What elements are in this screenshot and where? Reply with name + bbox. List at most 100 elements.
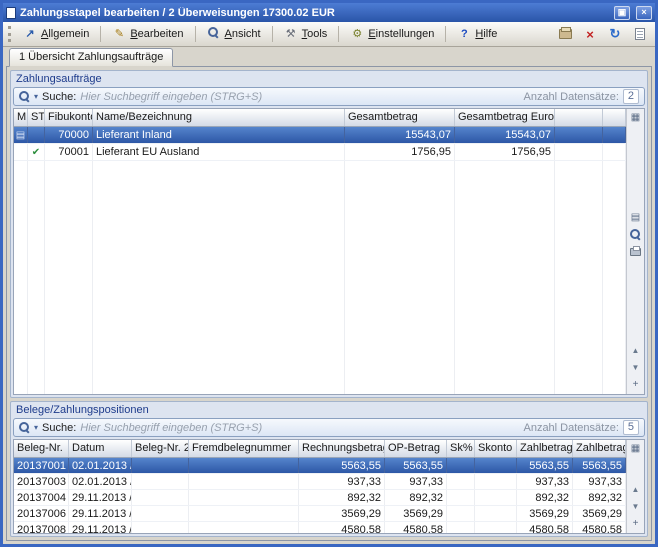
table-cell: 02.01.2013 /Mi xyxy=(69,458,132,473)
column-header[interactable]: Fremdbelegnummer xyxy=(189,440,299,457)
table-cell xyxy=(189,474,299,489)
record-count-value: 2 xyxy=(623,89,639,104)
move-down-icon[interactable]: ▼ xyxy=(629,500,643,514)
toolbar-separator xyxy=(195,26,196,42)
column-header[interactable]: Beleg-Nr. xyxy=(14,440,69,457)
new-document-button[interactable] xyxy=(631,25,649,43)
column-header[interactable] xyxy=(555,109,603,126)
orders-panel: Zahlungsaufträge ▾ Suche: Anzahl Datensä… xyxy=(10,70,648,398)
delete-button[interactable]: × xyxy=(581,25,599,43)
table-cell: 3569,29 xyxy=(385,506,447,521)
column-header[interactable]: Zahlbetrag xyxy=(517,440,573,457)
delete-icon: × xyxy=(586,27,594,42)
orders-side-toolbar: ▦ ▤ ▲ ▼ + xyxy=(626,109,644,394)
move-down-icon[interactable]: ▼ xyxy=(629,361,643,375)
move-up-icon[interactable]: ▲ xyxy=(629,344,643,358)
column-header[interactable]: M xyxy=(14,109,28,126)
column-header[interactable]: Gesamtbetrag Euro xyxy=(455,109,555,126)
orders-search-input[interactable] xyxy=(80,91,519,103)
toolbar-separator xyxy=(272,26,273,42)
table-cell: 70001 xyxy=(45,144,93,160)
table-cell: 70000 xyxy=(45,127,93,143)
table-cell xyxy=(447,474,475,489)
column-header[interactable]: Zahlbetrag Euro xyxy=(573,440,626,457)
table-cell: 3569,29 xyxy=(573,506,626,521)
column-header[interactable]: Skonto xyxy=(475,440,517,457)
toolbar-grip[interactable] xyxy=(8,26,11,42)
table-cell: 892,32 xyxy=(573,490,626,505)
table-cell xyxy=(132,490,189,505)
table-cell xyxy=(603,144,626,160)
allgemein-button[interactable]: ↗ Allgemein xyxy=(16,25,96,43)
column-header[interactable] xyxy=(603,109,626,126)
table-cell: 20137004 xyxy=(14,490,69,505)
table-cell: 02.01.2013 /Mi xyxy=(69,474,132,489)
form-view-icon[interactable]: ▤ xyxy=(629,211,643,225)
positions-table: Beleg-Nr.DatumBeleg-Nr. 2Fremdbelegnumme… xyxy=(13,439,645,534)
arrow-icon: ↗ xyxy=(23,29,37,40)
table-cell: 29.11.2013 /Fr xyxy=(69,490,132,505)
positions-search-input[interactable] xyxy=(80,422,519,434)
column-header[interactable]: Rechnungsbetrag xyxy=(299,440,385,457)
table-cell xyxy=(189,490,299,505)
position-row[interactable]: 2013700302.01.2013 /Mi937,33937,33937,33… xyxy=(14,474,626,490)
help-icon: ? xyxy=(457,29,471,40)
toolbar-right-group: × ↻ xyxy=(556,25,651,43)
table-cell: 3569,29 xyxy=(299,506,385,521)
chevron-down-icon[interactable]: ▾ xyxy=(34,93,38,101)
column-header[interactable]: Fibukonto xyxy=(45,109,93,126)
chevron-down-icon[interactable]: ▾ xyxy=(34,424,38,432)
grid-line-cell xyxy=(345,161,455,394)
table-cell: 892,32 xyxy=(385,490,447,505)
print-button[interactable] xyxy=(556,25,574,43)
column-header[interactable]: ST xyxy=(28,109,45,126)
search-icon xyxy=(19,91,30,102)
table-cell: 5563,55 xyxy=(517,458,573,473)
add-icon[interactable]: + xyxy=(629,378,643,392)
position-row[interactable]: 2013700629.11.2013 /Fr3569,293569,293569… xyxy=(14,506,626,522)
table-cell: 5563,55 xyxy=(299,458,385,473)
einstellungen-button[interactable]: ⚙ Einstellungen xyxy=(343,25,441,43)
table-cell: 4580,58 xyxy=(517,522,573,534)
close-button[interactable]: × xyxy=(636,6,652,20)
column-header[interactable]: Name/Bezeichnung xyxy=(93,109,345,126)
column-header[interactable]: Sk% xyxy=(447,440,475,457)
table-cell xyxy=(603,127,626,143)
record-count-value: 5 xyxy=(623,420,639,435)
order-row[interactable]: ▤70000Lieferant Inland15543,0715543,07 xyxy=(14,127,626,144)
print-preview-icon[interactable] xyxy=(629,245,643,259)
position-row[interactable]: 2013700429.11.2013 /Fr892,32892,32892,32… xyxy=(14,490,626,506)
zoom-icon[interactable] xyxy=(629,228,643,242)
column-chooser-icon[interactable]: ▦ xyxy=(629,111,643,125)
hilfe-label: Hilfe xyxy=(475,28,497,40)
table-cell: 937,33 xyxy=(573,474,626,489)
restore-button[interactable]: ▣ xyxy=(614,6,630,20)
bearbeiten-button[interactable]: ✎ Bearbeiten xyxy=(105,25,190,43)
refresh-button[interactable]: ↻ xyxy=(606,25,624,43)
table-cell xyxy=(475,506,517,521)
column-header[interactable]: Beleg-Nr. 2 xyxy=(132,440,189,457)
check-icon: ✔ xyxy=(32,147,40,158)
table-cell xyxy=(447,458,475,473)
column-chooser-icon[interactable]: ▦ xyxy=(629,442,643,456)
table-cell: 1756,95 xyxy=(345,144,455,160)
table-cell: Lieferant EU Ausland xyxy=(93,144,345,160)
position-row[interactable]: 2013700102.01.2013 /Mi5563,555563,555563… xyxy=(14,458,626,474)
table-cell: 15543,07 xyxy=(455,127,555,143)
tools-button[interactable]: ⚒ Tools xyxy=(277,25,335,43)
einstellungen-label: Einstellungen xyxy=(368,28,434,40)
add-icon[interactable]: + xyxy=(629,517,643,531)
column-header[interactable]: OP-Betrag xyxy=(385,440,447,457)
tab-uebersicht-zahlungsauftraege[interactable]: 1 Übersicht Zahlungsaufträge xyxy=(9,48,173,67)
table-cell: 20137006 xyxy=(14,506,69,521)
ansicht-button[interactable]: Ansicht xyxy=(200,24,268,44)
column-header[interactable]: Gesamtbetrag xyxy=(345,109,455,126)
hilfe-button[interactable]: ? Hilfe xyxy=(450,25,504,43)
move-up-icon[interactable]: ▲ xyxy=(629,483,643,497)
table-cell xyxy=(475,458,517,473)
table-cell xyxy=(555,127,603,143)
column-header[interactable]: Datum xyxy=(69,440,132,457)
order-row[interactable]: ✔70001Lieferant EU Ausland1756,951756,95 xyxy=(14,144,626,161)
tools-label: Tools xyxy=(302,28,328,40)
position-row[interactable]: 2013700829.11.2013 /Fr4580,584580,584580… xyxy=(14,522,626,534)
